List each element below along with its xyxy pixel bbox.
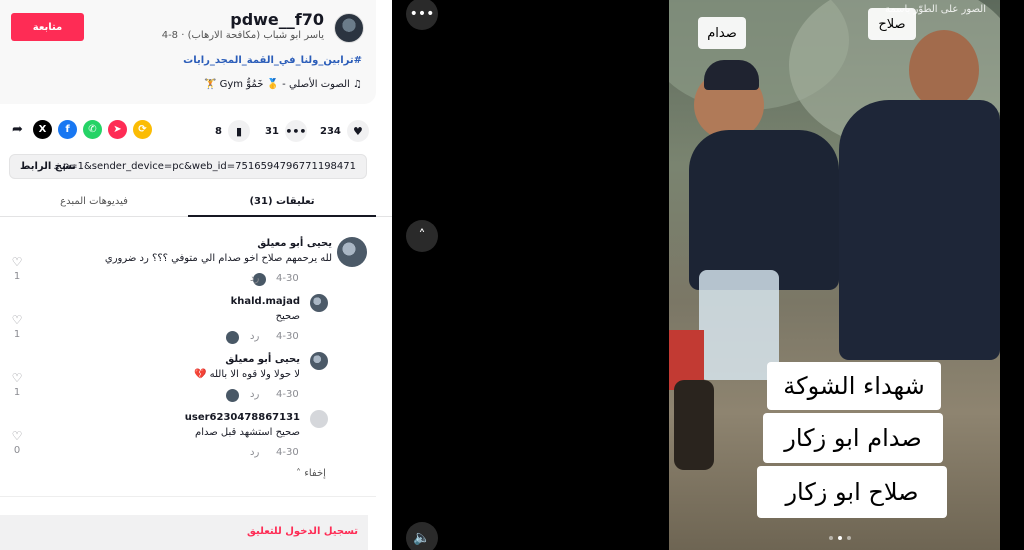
comment-author[interactable]: khald.majad [231, 296, 300, 307]
more-options-icon[interactable]: ••• [406, 0, 438, 30]
tab-comments[interactable]: تعليقات (31) [188, 196, 376, 207]
repost-icon[interactable]: ⟳ [133, 120, 152, 139]
login-to-comment-button[interactable]: تسجيل الدخول للتعليق [247, 526, 358, 537]
comment-like-count: 1 [13, 329, 21, 340]
comment-author[interactable]: يحيى أبو معيلق [225, 354, 300, 365]
author-subline: ياسر ابو شباب (مكافحة الارهاب) · 8-4 [162, 30, 324, 41]
x-icon[interactable]: X [33, 120, 52, 139]
comment-meta: 4-30 [276, 389, 299, 400]
saves-count: 8 [215, 125, 222, 137]
comment-author[interactable]: user6230478867131 [185, 412, 300, 423]
subline-separator: · [178, 30, 185, 41]
carousel-dots [829, 536, 851, 540]
comment-like-count: 1 [13, 387, 21, 398]
divider [0, 496, 376, 497]
comment-avatar[interactable] [310, 410, 328, 428]
reply-button[interactable]: رد [250, 331, 259, 342]
carousel-dot[interactable] [829, 536, 833, 540]
details-panel: متابعة pdwe__f70 ياسر ابو شباب (مكافحة ا… [0, 0, 392, 550]
reply-button[interactable]: رد [250, 273, 259, 284]
reply-button[interactable]: رد [250, 389, 259, 400]
username[interactable]: pdwe__f70 [230, 10, 324, 29]
caption-martyrs: شهداء الشوكة [767, 362, 941, 410]
caption-saddam: صدام ابو زكار [763, 413, 943, 463]
comment-like-count: 1 [13, 271, 21, 282]
telegram-icon[interactable]: ➤ [108, 120, 127, 139]
comment-meta: 4-30 [276, 447, 299, 458]
label-salah: صلاح [868, 8, 916, 40]
creator-liked-avatar [226, 331, 239, 344]
comment-meta: 4-30 [276, 273, 299, 284]
share-row: ➦ X f ✆ ➤ ⟳ [8, 120, 152, 139]
comment-bubble-icon[interactable]: ••• [284, 120, 307, 142]
carousel-dot[interactable] [838, 536, 842, 540]
facebook-icon[interactable]: f [58, 120, 77, 139]
comment-meta: 4-30 [276, 331, 299, 342]
active-tab-indicator [188, 215, 376, 217]
reply-button[interactable]: رد [250, 447, 259, 458]
chevron-up-icon: ˄ [296, 468, 301, 479]
caption-salah: صلاح ابو زكار [757, 466, 947, 518]
person-torso [689, 130, 839, 290]
author-card: متابعة pdwe__f70 ياسر ابو شباب (مكافحة ا… [0, 0, 376, 104]
comment-text: لا حولا ولا قوه الا بالله 💔 [193, 369, 300, 380]
sound-label: الصوت الأصلي - 🥇 خَمُوُّ Gym 🏋 [204, 79, 350, 90]
saves-stat: 8 ▮ [215, 120, 250, 142]
volume-icon[interactable]: 🔈 [406, 522, 438, 550]
chevron-up-icon[interactable]: ˄ [406, 220, 438, 252]
sound-link[interactable]: ♫ الصوت الأصلي - 🥇 خَمُوُّ Gym 🏋 [204, 79, 362, 90]
hide-label: إخفاء [304, 468, 326, 479]
carousel-dot[interactable] [847, 536, 851, 540]
person-torso [839, 100, 1000, 360]
comment-like-count: 0 [13, 445, 21, 456]
comment-date: 4-30 [276, 273, 299, 284]
comment-text: صحيح استشهد قبل صدام [195, 427, 300, 438]
comment-text: لله يرحمهم صلاح اخو صدام الي متوفي ؟؟؟ ر… [104, 253, 332, 264]
comment-avatar[interactable] [337, 237, 367, 267]
hide-replies-button[interactable]: إخفاء ˄ [296, 468, 326, 479]
video-player[interactable]: ••• ˄ 🔈 الصور على الطوّر باسمة صدام صلاح… [392, 0, 1024, 550]
comment-like-icon[interactable]: ♡ [10, 255, 24, 269]
follow-button[interactable]: متابعة [11, 13, 84, 41]
tabs: فيديوهات المبدع تعليقات (31) [0, 190, 392, 217]
share-link-box: نسخ الرابط ...p=1&sender_device=pc&web_i… [9, 154, 367, 179]
display-name[interactable]: ياسر ابو شباب (مكافحة الارهاب) [188, 30, 324, 41]
hashtag-link[interactable]: #ترابين_ولنا_في_القمة_المجد_رايات [183, 55, 362, 66]
music-note-icon: ♫ [349, 79, 362, 90]
comment-date: 4-30 [276, 331, 299, 342]
post-date: 8-4 [161, 30, 179, 41]
likes-count: 234 [320, 125, 341, 137]
comment-like-icon[interactable]: ♡ [10, 371, 24, 385]
comment-text: صحيح [275, 311, 300, 322]
avatar[interactable] [334, 13, 364, 43]
comment-date: 4-30 [276, 447, 299, 458]
comments-stat: 31 ••• [265, 120, 307, 142]
label-saddam: صدام [698, 17, 746, 49]
likes-stat: 234 ♥ [320, 120, 369, 142]
share-link-url[interactable]: ...p=1&sender_device=pc&web_id=751659479… [53, 161, 356, 172]
comment-avatar[interactable] [310, 352, 328, 370]
whatsapp-icon[interactable]: ✆ [83, 120, 102, 139]
share-arrow-icon[interactable]: ➦ [8, 120, 27, 139]
action-bar: ➦ X f ✆ ➤ ⟳ 8 ▮ 31 ••• 234 ♥ [0, 116, 392, 144]
comment-date: 4-30 [276, 389, 299, 400]
creator-liked-avatar [226, 389, 239, 402]
comment-author[interactable]: يحيى أبو معيلق [257, 238, 332, 249]
bookmark-icon[interactable]: ▮ [227, 120, 250, 142]
comment-avatar[interactable] [310, 294, 328, 312]
video-frame[interactable]: الصور على الطوّر باسمة صدام صلاح شهداء ا… [669, 0, 1000, 550]
teapot [674, 380, 714, 470]
person-beanie [704, 60, 759, 90]
comments-count: 31 [265, 125, 279, 137]
login-to-comment-bar: تسجيل الدخول للتعليق [0, 515, 368, 550]
person-head [909, 30, 979, 110]
comment-like-icon[interactable]: ♡ [10, 313, 24, 327]
tab-creator-videos[interactable]: فيديوهات المبدع [0, 196, 188, 207]
comment-like-icon[interactable]: ♡ [10, 429, 24, 443]
heart-icon[interactable]: ♥ [346, 120, 369, 142]
